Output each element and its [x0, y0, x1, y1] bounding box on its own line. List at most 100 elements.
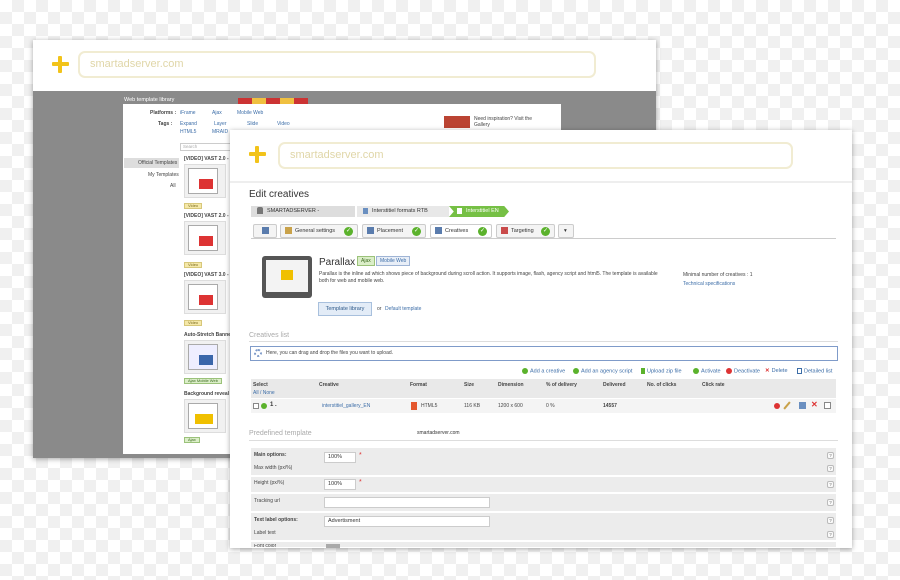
- tracking-url-label: Tracking url: [254, 498, 280, 504]
- tab-more-dropdown[interactable]: ▾: [558, 224, 574, 238]
- required-marker: *: [359, 479, 362, 486]
- help-icon[interactable]: ?: [827, 452, 834, 459]
- col-delivered: Delivered: [603, 382, 626, 388]
- card-thumbnail[interactable]: [184, 164, 226, 198]
- platform-mobile-web[interactable]: Mobile Web: [237, 110, 263, 116]
- logo-plus-icon: [249, 146, 266, 163]
- max-width-label: Max width (px/%): [254, 465, 293, 471]
- template-preview-block: [281, 270, 293, 280]
- or-text: or: [377, 306, 382, 312]
- page-icon: [457, 207, 462, 214]
- detailed-list-action[interactable]: Detailed list: [797, 368, 832, 374]
- col-delivery: % of delivery: [546, 382, 577, 388]
- tab-targeting[interactable]: Targeting ✓: [496, 224, 555, 238]
- front-url-bar[interactable]: smartadserver.com: [278, 142, 793, 169]
- page-icon: [363, 207, 368, 214]
- card-thumbnail[interactable]: [184, 280, 226, 314]
- action-label: Detailed list: [804, 368, 833, 375]
- add-creative-action[interactable]: Add a creative: [522, 368, 565, 374]
- check-icon: ✓: [412, 227, 421, 236]
- tag-mraid[interactable]: MRAID: [212, 129, 228, 135]
- card-title: [VIDEO] VAST 2.0 - WI: [184, 213, 237, 219]
- tab-creatives[interactable]: Creatives ✓: [430, 224, 492, 238]
- row-dimension: 1200 x 600: [498, 403, 523, 409]
- platform-ajax[interactable]: Ajax: [212, 110, 222, 116]
- deactivate-icon: [726, 368, 732, 374]
- sidebar-official-templates[interactable]: Official Templates: [138, 160, 177, 166]
- action-label: Deactivate: [734, 368, 760, 375]
- logo-plus-icon: [52, 56, 69, 73]
- check-icon: ✓: [541, 227, 550, 236]
- label-text-input[interactable]: Advertisment: [324, 516, 490, 527]
- card-thumbnail[interactable]: [184, 340, 226, 374]
- default-template-link[interactable]: Default template: [385, 306, 421, 312]
- font-color-label: Font color: [254, 544, 277, 548]
- help-icon[interactable]: ?: [827, 517, 834, 524]
- back-panel-title: Web template library: [124, 97, 175, 103]
- duplicate-icon[interactable]: [799, 402, 806, 409]
- upload-zip-action[interactable]: Upload zip file: [641, 368, 682, 374]
- row-delivery: 0 %: [546, 403, 555, 409]
- font-color-swatch[interactable]: [326, 544, 340, 548]
- breadcrumb-item-active[interactable]: Interstitiel EN: [449, 206, 509, 217]
- deactivate-action[interactable]: Deactivate: [726, 368, 760, 374]
- inspiration-link[interactable]: Need inspiration? Visit the Gallery: [474, 116, 534, 128]
- activate-action[interactable]: Activate: [693, 368, 721, 374]
- monitor-icon: [262, 227, 269, 235]
- delete-row-icon[interactable]: ✕: [811, 400, 818, 409]
- tracking-url-input[interactable]: [324, 497, 490, 508]
- breadcrumb-label: Interstitiel formats RTB: [372, 208, 428, 214]
- col-select: Select: [253, 382, 268, 388]
- help-icon[interactable]: ?: [827, 499, 834, 506]
- back-url-bar[interactable]: smartadserver.com: [78, 51, 596, 78]
- tab-label: General settings: [295, 228, 336, 234]
- card-title: Background reveal: [184, 391, 230, 397]
- card-thumbnail[interactable]: [184, 399, 226, 433]
- card-title: [VIDEO] VAST 2.0 - LI: [184, 156, 235, 162]
- help-icon[interactable]: ?: [827, 531, 834, 538]
- section-divider: [249, 440, 838, 441]
- tab-overview[interactable]: [253, 224, 277, 238]
- row-format: HTML5: [421, 403, 438, 409]
- card-badge: Ajax Mobile Web: [184, 378, 222, 384]
- dropzone-text: Here, you can drag and drop the files yo…: [266, 350, 394, 356]
- help-icon[interactable]: ?: [827, 465, 834, 472]
- min-creatives-text: Minimal number of creatives : 1: [683, 272, 753, 278]
- select-all-none[interactable]: All / None: [253, 390, 275, 396]
- sidebar-all[interactable]: All: [170, 183, 176, 189]
- preview-icon[interactable]: [824, 402, 831, 409]
- template-name: Parallax: [319, 257, 356, 268]
- tab-general-settings[interactable]: General settings ✓: [280, 224, 358, 238]
- max-width-input[interactable]: 100%: [324, 452, 356, 463]
- add-icon: [522, 368, 528, 374]
- main-options-label: Main options:: [254, 452, 287, 458]
- tag-expand[interactable]: Expand: [180, 121, 197, 127]
- creative-name-link[interactable]: interstitiel_gallery_EN: [322, 403, 370, 409]
- text-label-options-label: Text label options:: [254, 517, 298, 523]
- help-icon[interactable]: ?: [827, 481, 834, 488]
- breadcrumb-item-1[interactable]: SMARTADSERVER -: [251, 206, 355, 217]
- sidebar-my-templates[interactable]: My Templates: [148, 172, 179, 178]
- tag-video[interactable]: Video: [277, 121, 290, 127]
- check-icon: ✓: [344, 227, 353, 236]
- row-checkbox[interactable]: [253, 403, 259, 409]
- tag-layer[interactable]: Layer: [214, 121, 227, 127]
- technical-specs-link[interactable]: Technical specifications: [683, 281, 735, 287]
- col-creative: Creative: [319, 382, 339, 388]
- add-agency-script-action[interactable]: Add an agency script: [573, 368, 632, 374]
- card-thumbnail[interactable]: [184, 221, 226, 255]
- row-index: 1 .: [270, 402, 277, 408]
- height-input[interactable]: 100%: [324, 479, 356, 490]
- placement-icon: [367, 227, 374, 235]
- tag-html5[interactable]: HTML5: [180, 129, 196, 135]
- platform-iframe[interactable]: iFrame: [180, 110, 196, 116]
- delete-action[interactable]: ✕ Delete: [765, 368, 788, 374]
- deactivate-row-icon[interactable]: [774, 403, 780, 409]
- tab-label: Placement: [377, 228, 403, 234]
- breadcrumb-item-2[interactable]: Interstitiel formats RTB: [357, 206, 449, 217]
- tab-placement[interactable]: Placement ✓: [362, 224, 426, 238]
- add-icon: [573, 368, 579, 374]
- template-library-button[interactable]: Template library: [318, 302, 372, 316]
- targeting-icon: [501, 227, 508, 235]
- tag-slide[interactable]: Slide: [247, 121, 258, 127]
